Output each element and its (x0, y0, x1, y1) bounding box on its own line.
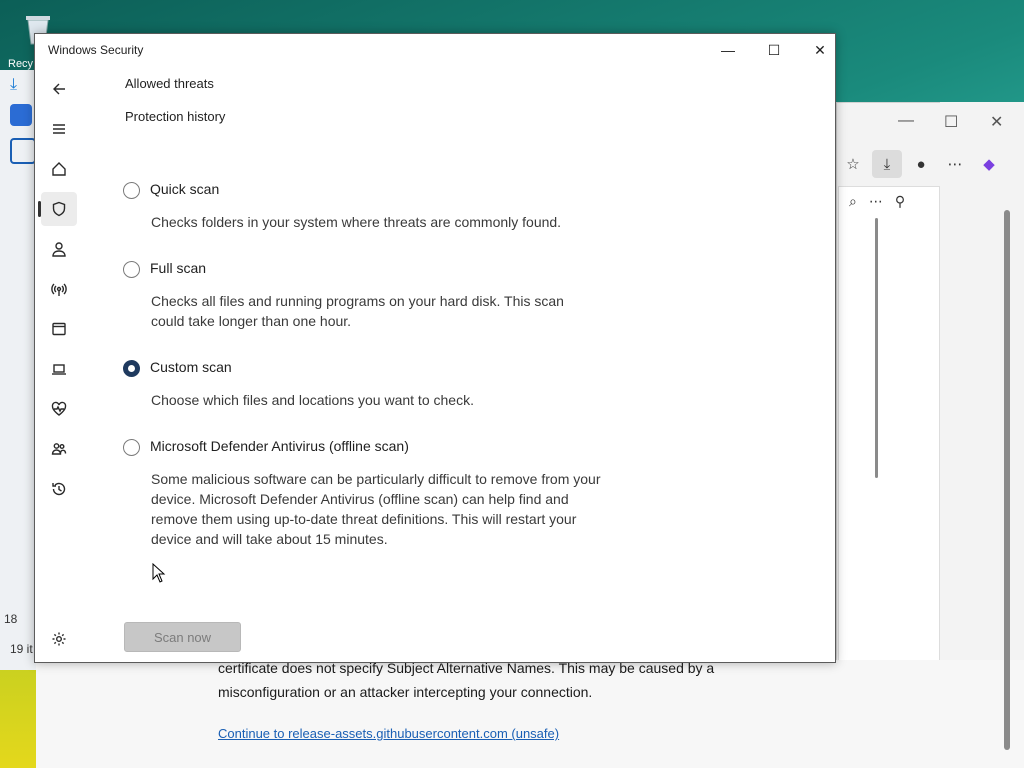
app-icon[interactable] (10, 104, 32, 126)
settings-gear-icon[interactable] (41, 622, 77, 656)
laptop-icon[interactable] (41, 352, 77, 386)
back-icon[interactable] (41, 72, 77, 106)
history-icon[interactable] (41, 472, 77, 506)
profile-icon[interactable]: ● (906, 150, 936, 178)
maximize-button[interactable]: ☐ (751, 34, 797, 66)
sidebar-count-1: 18 (4, 612, 18, 626)
custom-scan-label[interactable]: Custom scan (150, 359, 232, 375)
downloads-panel: ⌕ ⋯ ⚲ (838, 186, 940, 662)
offline-scan-label[interactable]: Microsoft Defender Antivirus (offline sc… (150, 438, 409, 454)
browser-scrollbar-thumb[interactable] (1004, 210, 1010, 750)
content-scrollbar[interactable] (875, 218, 878, 478)
full-scan-radio[interactable] (123, 261, 140, 278)
home-icon[interactable] (41, 152, 77, 186)
sidebar-count-2: 19 it (10, 642, 33, 656)
browser-maximize-icon[interactable]: ☐ (944, 112, 958, 132)
download-icon[interactable]: ⤓ (10, 76, 32, 98)
browser-minimize-icon[interactable]: — (898, 112, 914, 130)
browser-toolbar: ☆ ⤓ ● ⋯ ◆ (838, 150, 1004, 178)
more-icon[interactable]: ⋯ (940, 150, 970, 178)
firewall-antenna-icon[interactable] (41, 272, 77, 306)
more-options-icon[interactable]: ⋯ (869, 193, 883, 210)
menu-icon[interactable] (41, 112, 77, 146)
mouse-cursor-icon (152, 563, 166, 583)
allowed-threats-link[interactable]: Allowed threats (125, 76, 214, 91)
recycle-bin-label: Recy (8, 58, 34, 70)
quick-scan-description: Checks folders in your system where thre… (151, 214, 562, 230)
quick-scan-radio[interactable] (123, 182, 140, 199)
full-scan-label[interactable]: Full scan (150, 260, 206, 276)
offline-scan-description: Some malicious software can be particula… (151, 471, 601, 547)
protection-history-link[interactable]: Protection history (125, 109, 225, 124)
family-icon[interactable] (41, 432, 77, 466)
scan-options-page: Allowed threats Protection history Quick… (83, 66, 878, 662)
desktop-wallpaper-corner (0, 660, 40, 768)
app-browser-icon[interactable] (41, 312, 77, 346)
quick-scan-label[interactable]: Quick scan (150, 181, 219, 197)
window-icon[interactable] (10, 138, 36, 164)
close-button[interactable]: ✕ (797, 34, 843, 66)
shield-icon[interactable] (38, 192, 77, 226)
window-title: Windows Security (48, 43, 144, 57)
background-browser-sidebar: ⤓ 18 19 it (0, 70, 37, 670)
downloads-icon[interactable]: ⤓ (872, 150, 902, 178)
search-icon[interactable]: ⌕ (849, 193, 857, 210)
offline-scan-radio[interactable] (123, 439, 140, 456)
continue-unsafe-link[interactable]: Continue to release-assets.githubusercon… (218, 726, 559, 741)
full-scan-description: Checks all files and running programs on… (151, 293, 564, 329)
navigation-sidebar (35, 66, 83, 662)
heart-health-icon[interactable] (41, 392, 77, 426)
title-bar[interactable]: Windows Security — ☐ ✕ (35, 34, 835, 66)
scan-now-button[interactable]: Scan now (124, 622, 241, 652)
certificate-warning: certificate does not specify Subject Alt… (218, 656, 778, 704)
minimize-button[interactable]: — (705, 34, 751, 66)
custom-scan-radio[interactable] (123, 360, 140, 377)
pin-icon[interactable]: ⚲ (895, 193, 905, 210)
browser-scrollbar[interactable] (1002, 192, 1012, 762)
custom-scan-description: Choose which files and locations you wan… (151, 392, 474, 408)
favorites-icon[interactable]: ☆ (838, 150, 868, 178)
copilot-icon[interactable]: ◆ (974, 150, 1004, 178)
browser-close-icon[interactable]: ✕ (990, 112, 1003, 132)
account-icon[interactable] (41, 232, 77, 266)
certificate-warning-line-2: misconfiguration or an attacker intercep… (218, 684, 593, 700)
